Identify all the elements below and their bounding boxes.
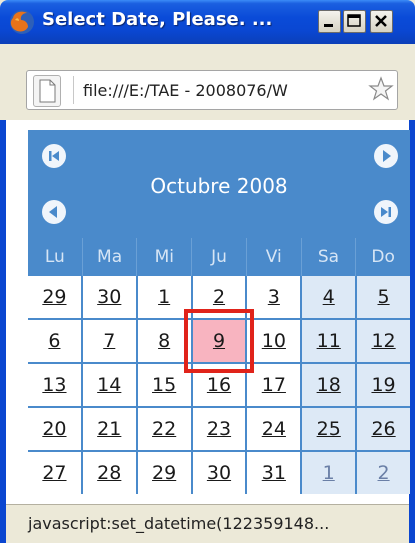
weekday-header-row: Lu Ma Mi Ju Vi Sa Do — [28, 238, 410, 276]
weekday-label: Vi — [245, 238, 301, 276]
window-title: Select Date, Please. ... — [42, 9, 273, 30]
day-cell[interactable]: 13 — [28, 364, 81, 406]
day-cell[interactable]: 18 — [302, 364, 356, 406]
day-cell[interactable]: 15 — [137, 364, 191, 406]
day-cell[interactable]: 21 — [82, 408, 136, 450]
weekday-label: Mi — [136, 238, 191, 276]
next-month-button[interactable] — [374, 144, 398, 168]
day-cell[interactable]: 6 — [28, 320, 81, 362]
skip-forward-icon — [381, 207, 391, 217]
minimize-button[interactable] — [318, 10, 341, 33]
day-cell-next-month[interactable]: 2 — [357, 452, 410, 494]
weekday-label: Do — [355, 238, 410, 276]
day-grid: 29 30 1 2 3 4 5 6 7 8 9 10 11 12 13 14 1… — [28, 276, 410, 494]
day-cell[interactable]: 28 — [82, 452, 136, 494]
day-cell[interactable]: 26 — [357, 408, 410, 450]
firefox-icon — [10, 10, 34, 34]
navigation-bar: file:///E:/TAE - 2008076/W — [0, 44, 415, 120]
weekday-label: Ju — [191, 238, 246, 276]
day-cell[interactable]: 23 — [192, 408, 246, 450]
bookmark-star-icon[interactable] — [367, 75, 395, 103]
prev-year-button[interactable] — [42, 144, 66, 168]
weekday-label: Ma — [81, 238, 137, 276]
day-cell[interactable]: 30 — [82, 276, 136, 318]
day-cell[interactable]: 16 — [192, 364, 246, 406]
close-icon — [375, 15, 387, 27]
arrow-left-icon — [49, 206, 57, 218]
close-button[interactable] — [370, 10, 393, 33]
day-cell[interactable]: 30 — [192, 452, 246, 494]
minimize-icon — [324, 24, 333, 27]
day-cell[interactable]: 3 — [247, 276, 301, 318]
day-cell[interactable]: 29 — [137, 452, 191, 494]
arrow-right-icon — [383, 150, 391, 162]
day-cell[interactable]: 5 — [357, 276, 410, 318]
day-cell[interactable]: 27 — [28, 452, 81, 494]
address-bar[interactable]: file:///E:/TAE - 2008076/W — [26, 70, 398, 110]
weekday-label: Lu — [44, 247, 65, 267]
day-cell[interactable]: 31 — [247, 452, 301, 494]
calendar: Octubre 2008 Lu Ma Mi Ju Vi Sa Do 29 30 … — [28, 130, 410, 494]
page-icon — [33, 75, 61, 107]
day-cell[interactable]: 25 — [302, 408, 356, 450]
day-cell[interactable]: 2 — [192, 276, 246, 318]
day-cell[interactable]: 4 — [302, 276, 356, 318]
title-bar[interactable]: Select Date, Please. ... — [0, 0, 415, 44]
weekday-label: Sa — [300, 238, 356, 276]
day-cell[interactable]: 22 — [137, 408, 191, 450]
day-cell[interactable]: 10 — [247, 320, 301, 362]
address-separator — [73, 76, 74, 104]
month-title: Octubre 2008 — [150, 174, 288, 198]
day-cell-selected[interactable]: 9 — [192, 320, 246, 362]
day-cell[interactable]: 8 — [137, 320, 191, 362]
day-cell[interactable]: 7 — [82, 320, 136, 362]
day-cell[interactable]: 11 — [302, 320, 356, 362]
url-text[interactable]: file:///E:/TAE - 2008076/W — [83, 81, 288, 100]
day-cell[interactable]: 17 — [247, 364, 301, 406]
day-cell-next-month[interactable]: 1 — [302, 452, 356, 494]
day-cell[interactable]: 29 — [28, 276, 81, 318]
day-cell[interactable]: 14 — [82, 364, 136, 406]
calendar-header: Octubre 2008 — [28, 130, 410, 238]
prev-month-button[interactable] — [42, 200, 66, 224]
status-text: javascript:set_datetime(122359148... — [28, 514, 330, 533]
day-cell[interactable]: 20 — [28, 408, 81, 450]
next-year-button[interactable] — [374, 200, 398, 224]
maximize-icon — [347, 14, 361, 27]
day-cell[interactable]: 24 — [247, 408, 301, 450]
status-bar: javascript:set_datetime(122359148... — [6, 504, 409, 543]
skip-back-icon — [49, 151, 59, 161]
day-cell[interactable]: 19 — [357, 364, 410, 406]
day-cell[interactable]: 1 — [137, 276, 191, 318]
day-cell[interactable]: 12 — [357, 320, 410, 362]
maximize-button[interactable] — [343, 10, 366, 33]
